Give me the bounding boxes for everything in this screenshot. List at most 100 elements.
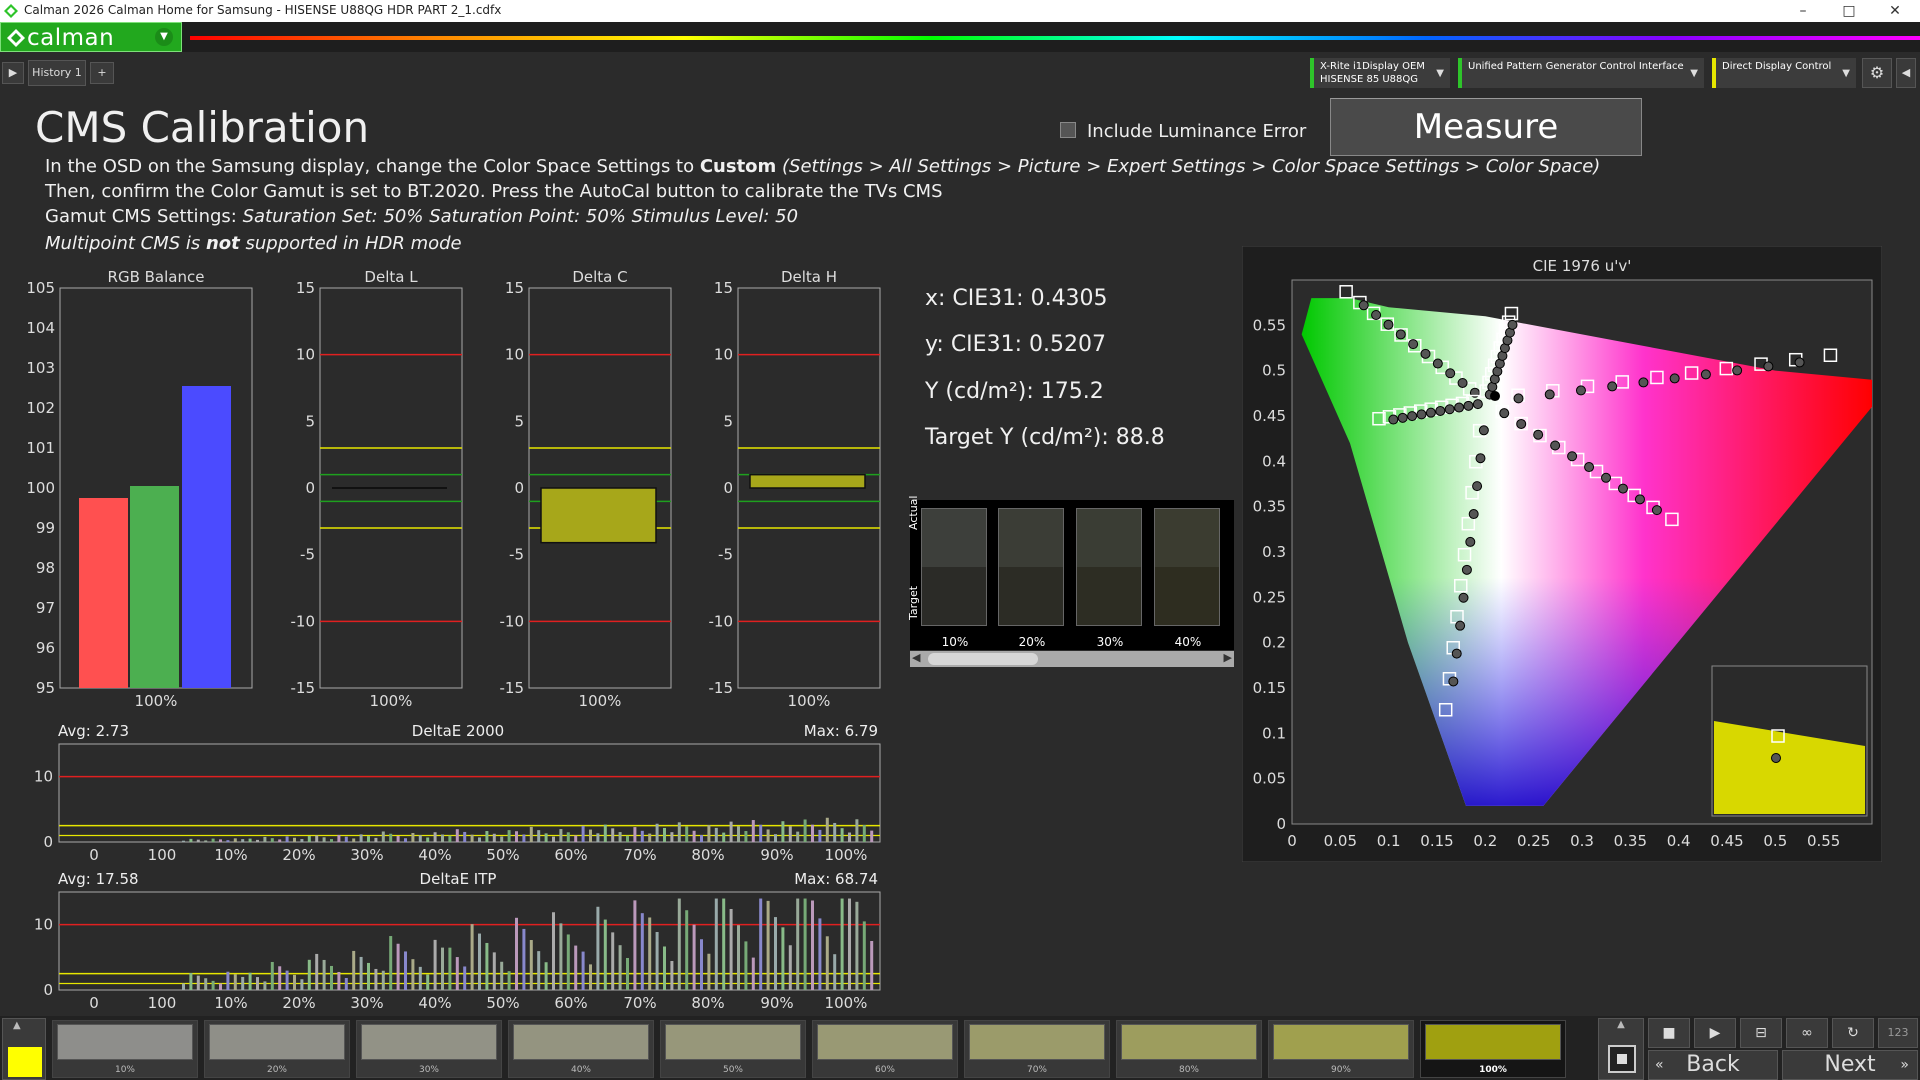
deltaeitp-bar: [685, 910, 689, 990]
gear-icon[interactable]: ⚙: [1862, 58, 1892, 88]
cie-measured-point: [1507, 319, 1518, 330]
cie-measured-point: [1478, 425, 1489, 436]
delta-l-y-tick: -5: [300, 546, 315, 564]
scroll-left-icon[interactable]: ◀: [912, 651, 920, 664]
scrollbar-thumb[interactable]: [928, 653, 1038, 665]
delta-c-title: Delta C: [572, 268, 627, 286]
deltaeitp-bar: [241, 976, 245, 990]
deltaeitp-bar: [263, 981, 267, 990]
stop-panel: ▲: [1598, 1018, 1644, 1080]
deltae2000-bar: [448, 835, 452, 842]
deltae2000-bar: [182, 840, 185, 842]
deltae2000-bar: [663, 827, 666, 842]
swatch-40%: 40%: [1154, 508, 1220, 649]
cie-measured-point: [1425, 407, 1436, 418]
deltae2000-bar: [611, 828, 615, 842]
deltae2000-bar: [848, 832, 851, 842]
upper-charts: RGB Balance10510410310210110099989796951…: [26, 268, 881, 710]
actual-target-swatches: 10% 20% 30% 40%: [910, 500, 1234, 650]
stop-icon[interactable]: [1608, 1045, 1636, 1073]
rgb-balance-title: RGB Balance: [108, 268, 205, 286]
deltae2000-bar: [285, 836, 289, 842]
step-swatch-60%[interactable]: 60%: [812, 1020, 958, 1078]
target-swatch: [1155, 567, 1219, 625]
cie-y-tick: 0.5: [1262, 362, 1286, 380]
cie-x-tick: 0.05: [1324, 832, 1357, 850]
deltaeitp-bar: [670, 960, 674, 990]
meter-name: X-Rite i1Display OEM: [1320, 61, 1425, 72]
cie-measured-point: [1448, 676, 1459, 687]
cie-y-tick: 0.4: [1262, 452, 1286, 470]
cie31-x-value: x: CIE31: 0.4305: [925, 286, 1108, 311]
tab-history-1[interactable]: History 1: [28, 60, 86, 86]
step-label: 10%: [114, 1065, 135, 1075]
save-icon[interactable]: ⊟: [1740, 1018, 1782, 1048]
deltaeitp-bar: [788, 945, 792, 990]
deltae2000-bar: [677, 822, 681, 842]
maximize-button[interactable]: □: [1826, 1, 1872, 21]
swatch-10%: 10%: [921, 508, 987, 649]
refresh-icon[interactable]: ↻: [1832, 1018, 1874, 1048]
deltae2000-x-tick: 60%: [554, 846, 587, 864]
rgb-balance-y-tick: 96: [36, 639, 55, 657]
back-button[interactable]: « Back: [1648, 1050, 1778, 1080]
step-swatch-10%[interactable]: 10%: [52, 1020, 198, 1078]
chevron-down-icon: ▼: [155, 28, 173, 46]
cie-measured-point: [1420, 348, 1431, 359]
deltae2000-bar: [603, 824, 607, 842]
infinity-icon[interactable]: ∞: [1786, 1018, 1828, 1048]
cie-measured-point: [1669, 373, 1680, 384]
cie-x-tick: 0.15: [1420, 832, 1453, 850]
play-button[interactable]: ▶: [1694, 1018, 1736, 1048]
deltae2000-bar: [241, 839, 245, 842]
deltaeitp-bar: [796, 898, 800, 990]
step-swatch-100%[interactable]: 100%: [1420, 1020, 1566, 1078]
step-swatch-30%[interactable]: 30%: [356, 1020, 502, 1078]
delta-c-y-tick: 0: [514, 479, 524, 497]
measure-button[interactable]: Measure: [1330, 98, 1642, 156]
step-swatch-50%[interactable]: 50%: [660, 1020, 806, 1078]
meter-device-selector[interactable]: X-Rite i1Display OEM HISENSE 85 U88QG ▼: [1310, 58, 1450, 88]
step-swatch-80%[interactable]: 80%: [1116, 1020, 1262, 1078]
deltae2000-y-tick: 0: [43, 833, 53, 851]
chevron-up-icon[interactable]: ▲: [1599, 1019, 1643, 1030]
minimize-button[interactable]: –: [1780, 1, 1826, 21]
deltae2000-x-tick: 90%: [760, 846, 793, 864]
step-swatch-90%[interactable]: 90%: [1268, 1020, 1414, 1078]
deltae2000-bar: [559, 829, 563, 842]
chevron-left-icon[interactable]: ◀: [1896, 58, 1916, 88]
deltae2000-bar: [322, 837, 326, 842]
cie-measured-point: [1463, 400, 1474, 411]
chevron-up-icon[interactable]: ▲: [13, 1020, 21, 1031]
stop-button[interactable]: ■: [1648, 1018, 1690, 1048]
deltaeitp-bar: [278, 966, 282, 990]
deltaeitp-bar: [204, 978, 208, 990]
deltae2000-x-tick: 40%: [418, 846, 451, 864]
pattern-generator-selector[interactable]: Unified Pattern Generator Control Interf…: [1458, 58, 1704, 88]
deltaeitp-bar: [411, 959, 415, 990]
deltae2000-bar: [685, 826, 689, 842]
calman-menu-button[interactable]: calman ▼: [0, 22, 182, 52]
delta-c-y-tick: -15: [500, 679, 525, 697]
step-swatch-20%[interactable]: 20%: [204, 1020, 350, 1078]
cie-x-tick: 0.35: [1614, 832, 1647, 850]
target-luminance-value: Target Y (cd/m²): 88.8: [925, 425, 1165, 450]
delta-c-bar: [540, 487, 657, 544]
play-icon[interactable]: ▶: [2, 62, 24, 84]
add-tab-button[interactable]: +: [90, 62, 114, 84]
step-swatch-70%[interactable]: 70%: [964, 1020, 1110, 1078]
step-swatch-40%[interactable]: 40%: [508, 1020, 654, 1078]
display-control-selector[interactable]: Direct Display Control ▼: [1712, 58, 1856, 88]
deltaeitp-bar: [811, 900, 814, 990]
scroll-right-icon[interactable]: ▶: [1224, 651, 1232, 664]
next-button[interactable]: Next »: [1782, 1050, 1918, 1080]
deltae2000-bar: [744, 831, 748, 842]
instruction-line-1: In the OSD on the Samsung display, chang…: [45, 156, 1600, 177]
double-chevron-right-icon: »: [1900, 1057, 1909, 1073]
swatch-20%: 20%: [998, 508, 1064, 649]
close-button[interactable]: ✕: [1872, 1, 1918, 21]
deltaeitp-bar: [470, 924, 474, 990]
include-luminance-checkbox[interactable]: [1060, 122, 1076, 138]
deltae2000-bar: [552, 836, 555, 842]
swatch-scrollbar[interactable]: ◀ ▶: [910, 651, 1234, 667]
